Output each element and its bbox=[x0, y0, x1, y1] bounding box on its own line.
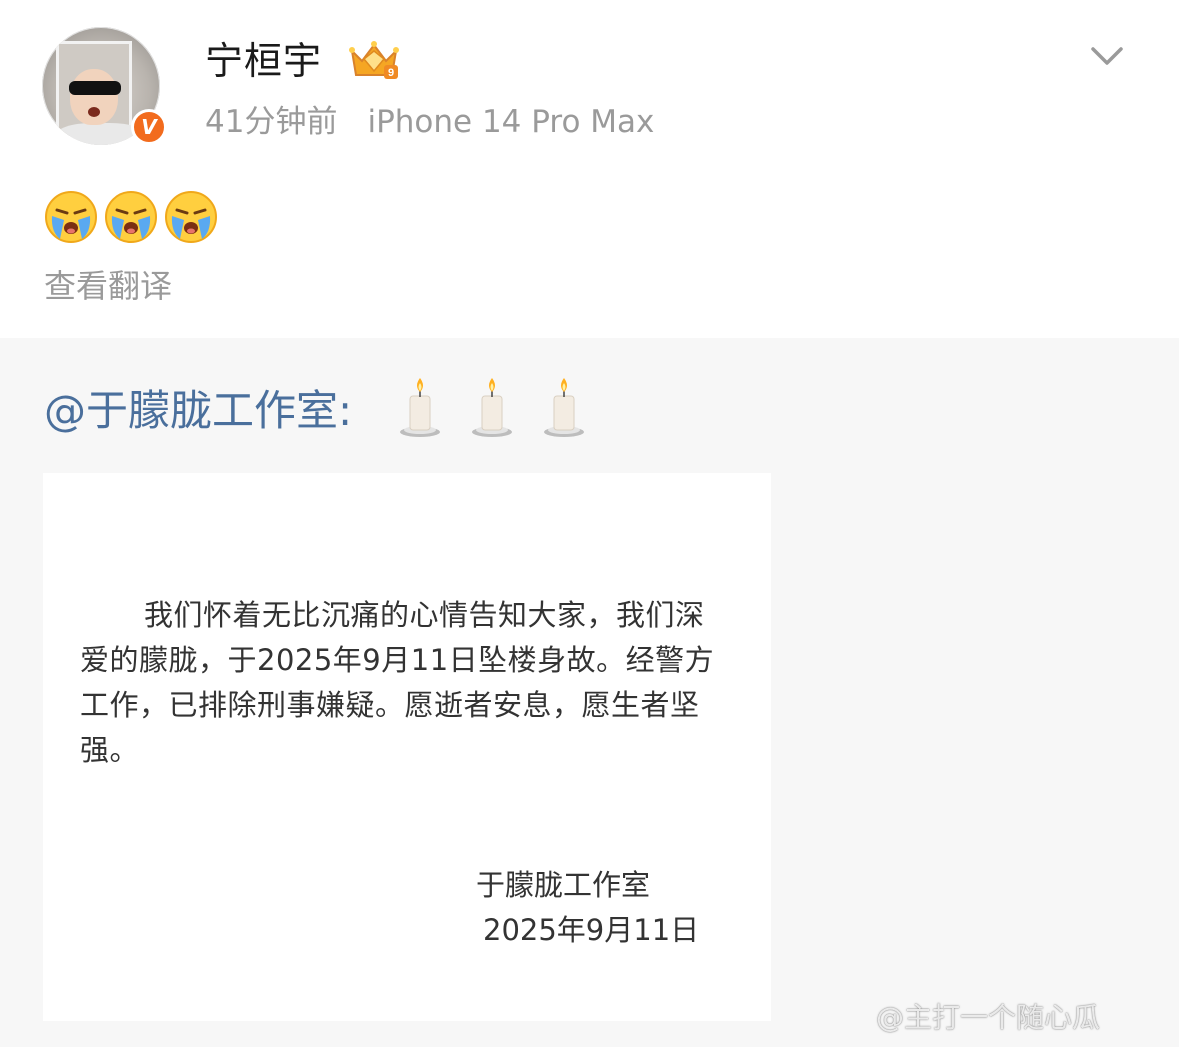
avatar-mouth bbox=[88, 107, 100, 117]
post-device: iPhone 14 Pro Max bbox=[367, 104, 655, 140]
notice-image[interactable]: 我们怀着无比沉痛的心情告知大家，我们深爱的朦胧，于2025年9月11日坠楼身故。… bbox=[43, 473, 771, 1021]
notice-date: 2025年9月11日 bbox=[483, 913, 700, 947]
crying-face-icon bbox=[45, 191, 97, 243]
post-time: 41分钟前 bbox=[205, 104, 338, 140]
post-emojis bbox=[44, 190, 218, 246]
repost-header: @于朦胧工作室: bbox=[44, 382, 352, 440]
weibo-watermark: @主打一个随心瓜 bbox=[876, 1001, 1101, 1034]
notice-text: 我们怀着无比沉痛的心情告知大家，我们深爱的朦胧，于2025年9月11日坠楼身故。… bbox=[80, 598, 715, 767]
verified-badge: V bbox=[131, 109, 167, 145]
repost-block[interactable]: @于朦胧工作室: 我们怀着无比沉痛的心情告知大家，我们深爱的朦胧，于2025年9… bbox=[0, 338, 1179, 1047]
notice-signature: 于朦胧工作室 bbox=[476, 868, 651, 902]
mention-colon: : bbox=[338, 386, 353, 435]
candle-icon bbox=[544, 378, 584, 437]
crying-face-icon bbox=[165, 191, 217, 243]
weibo-post: V 宁桓宇 9 41分钟前 iPhone 14 Pro Max 查看翻译 bbox=[0, 0, 1179, 338]
post-meta: 41分钟前 iPhone 14 Pro Max bbox=[205, 100, 654, 144]
crown-vip-icon[interactable]: 9 bbox=[346, 37, 402, 83]
candle-icon bbox=[400, 378, 440, 437]
chevron-down-icon[interactable] bbox=[1090, 44, 1124, 68]
svg-text:9: 9 bbox=[388, 67, 394, 79]
mention-link[interactable]: @于朦胧工作室 bbox=[44, 386, 338, 435]
candle-icon bbox=[472, 378, 512, 437]
candle-emojis bbox=[398, 378, 586, 438]
username[interactable]: 宁桓宇 bbox=[205, 36, 322, 86]
crying-face-icon bbox=[105, 191, 157, 243]
translate-link[interactable]: 查看翻译 bbox=[44, 264, 172, 308]
avatar-sunglasses bbox=[69, 81, 121, 95]
